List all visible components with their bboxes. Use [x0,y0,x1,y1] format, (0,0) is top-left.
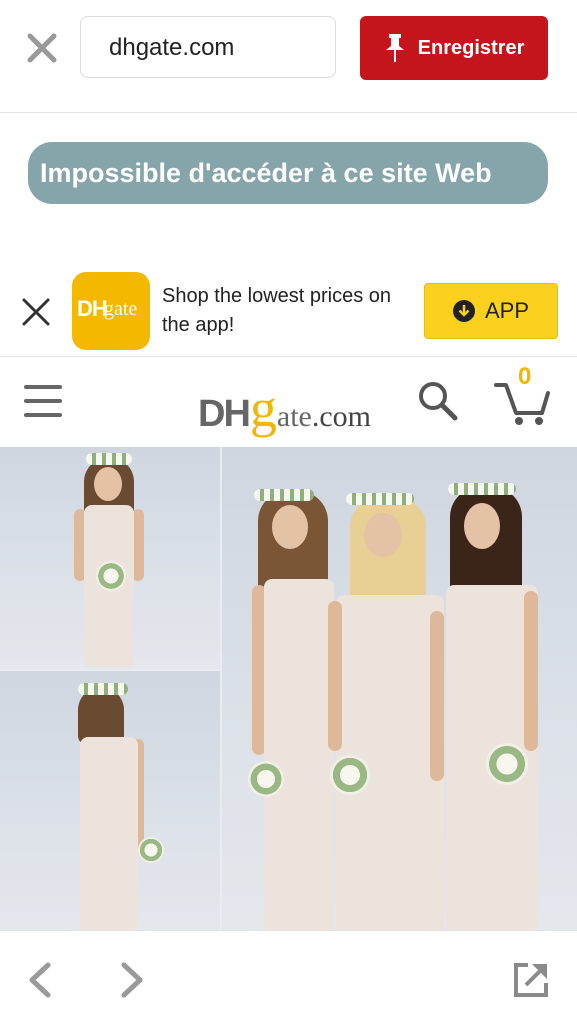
app-download-button[interactable]: APP [424,283,558,339]
product-image-gallery[interactable] [0,447,577,930]
product-photo-front[interactable] [0,447,220,669]
product-photo-back[interactable] [0,671,220,930]
model-figure [68,677,168,930]
dhgate-app-icon: DH gate [72,272,150,350]
dhgate-logo[interactable]: DHgate.com [198,377,371,438]
product-photo-group[interactable] [222,447,577,930]
chevron-right-icon[interactable] [116,961,148,999]
pushpin-icon [385,34,404,62]
hamburger-menu-icon[interactable] [24,383,62,419]
cart-icon[interactable]: 0 [492,363,552,427]
app-icon-gate: gate [104,298,138,320]
logo-dh: DH [198,393,251,435]
banner-close-icon[interactable] [18,294,54,330]
model-figure [328,491,450,930]
browser-top-bar: dhgate.com Enregistrer [0,0,577,113]
browser-bottom-toolbar [0,930,577,1025]
close-icon[interactable] [22,28,62,68]
download-arrow-icon [452,300,475,322]
model-figure [70,449,160,669]
site-header: DHgate.com 0 [0,357,577,445]
model-figure [434,481,550,930]
app-button-label: APP [484,298,530,323]
error-message: Impossible d'accéder à ce site Web [28,142,548,204]
logo-g: g [249,378,277,438]
search-icon[interactable] [416,379,460,423]
cart-count-badge: 0 [518,363,532,390]
chevron-left-icon[interactable] [24,961,56,999]
logo-com: .com [311,400,372,433]
url-field[interactable]: dhgate.com [80,16,336,78]
banner-text: Shop the lowest prices on the app! [162,285,392,336]
logo-ate: ate [276,400,312,433]
open-external-icon[interactable] [512,961,550,999]
app-icon-dh: DH [77,296,108,321]
save-button[interactable]: Enregistrer [360,16,548,80]
save-button-label: Enregistrer [417,36,525,59]
